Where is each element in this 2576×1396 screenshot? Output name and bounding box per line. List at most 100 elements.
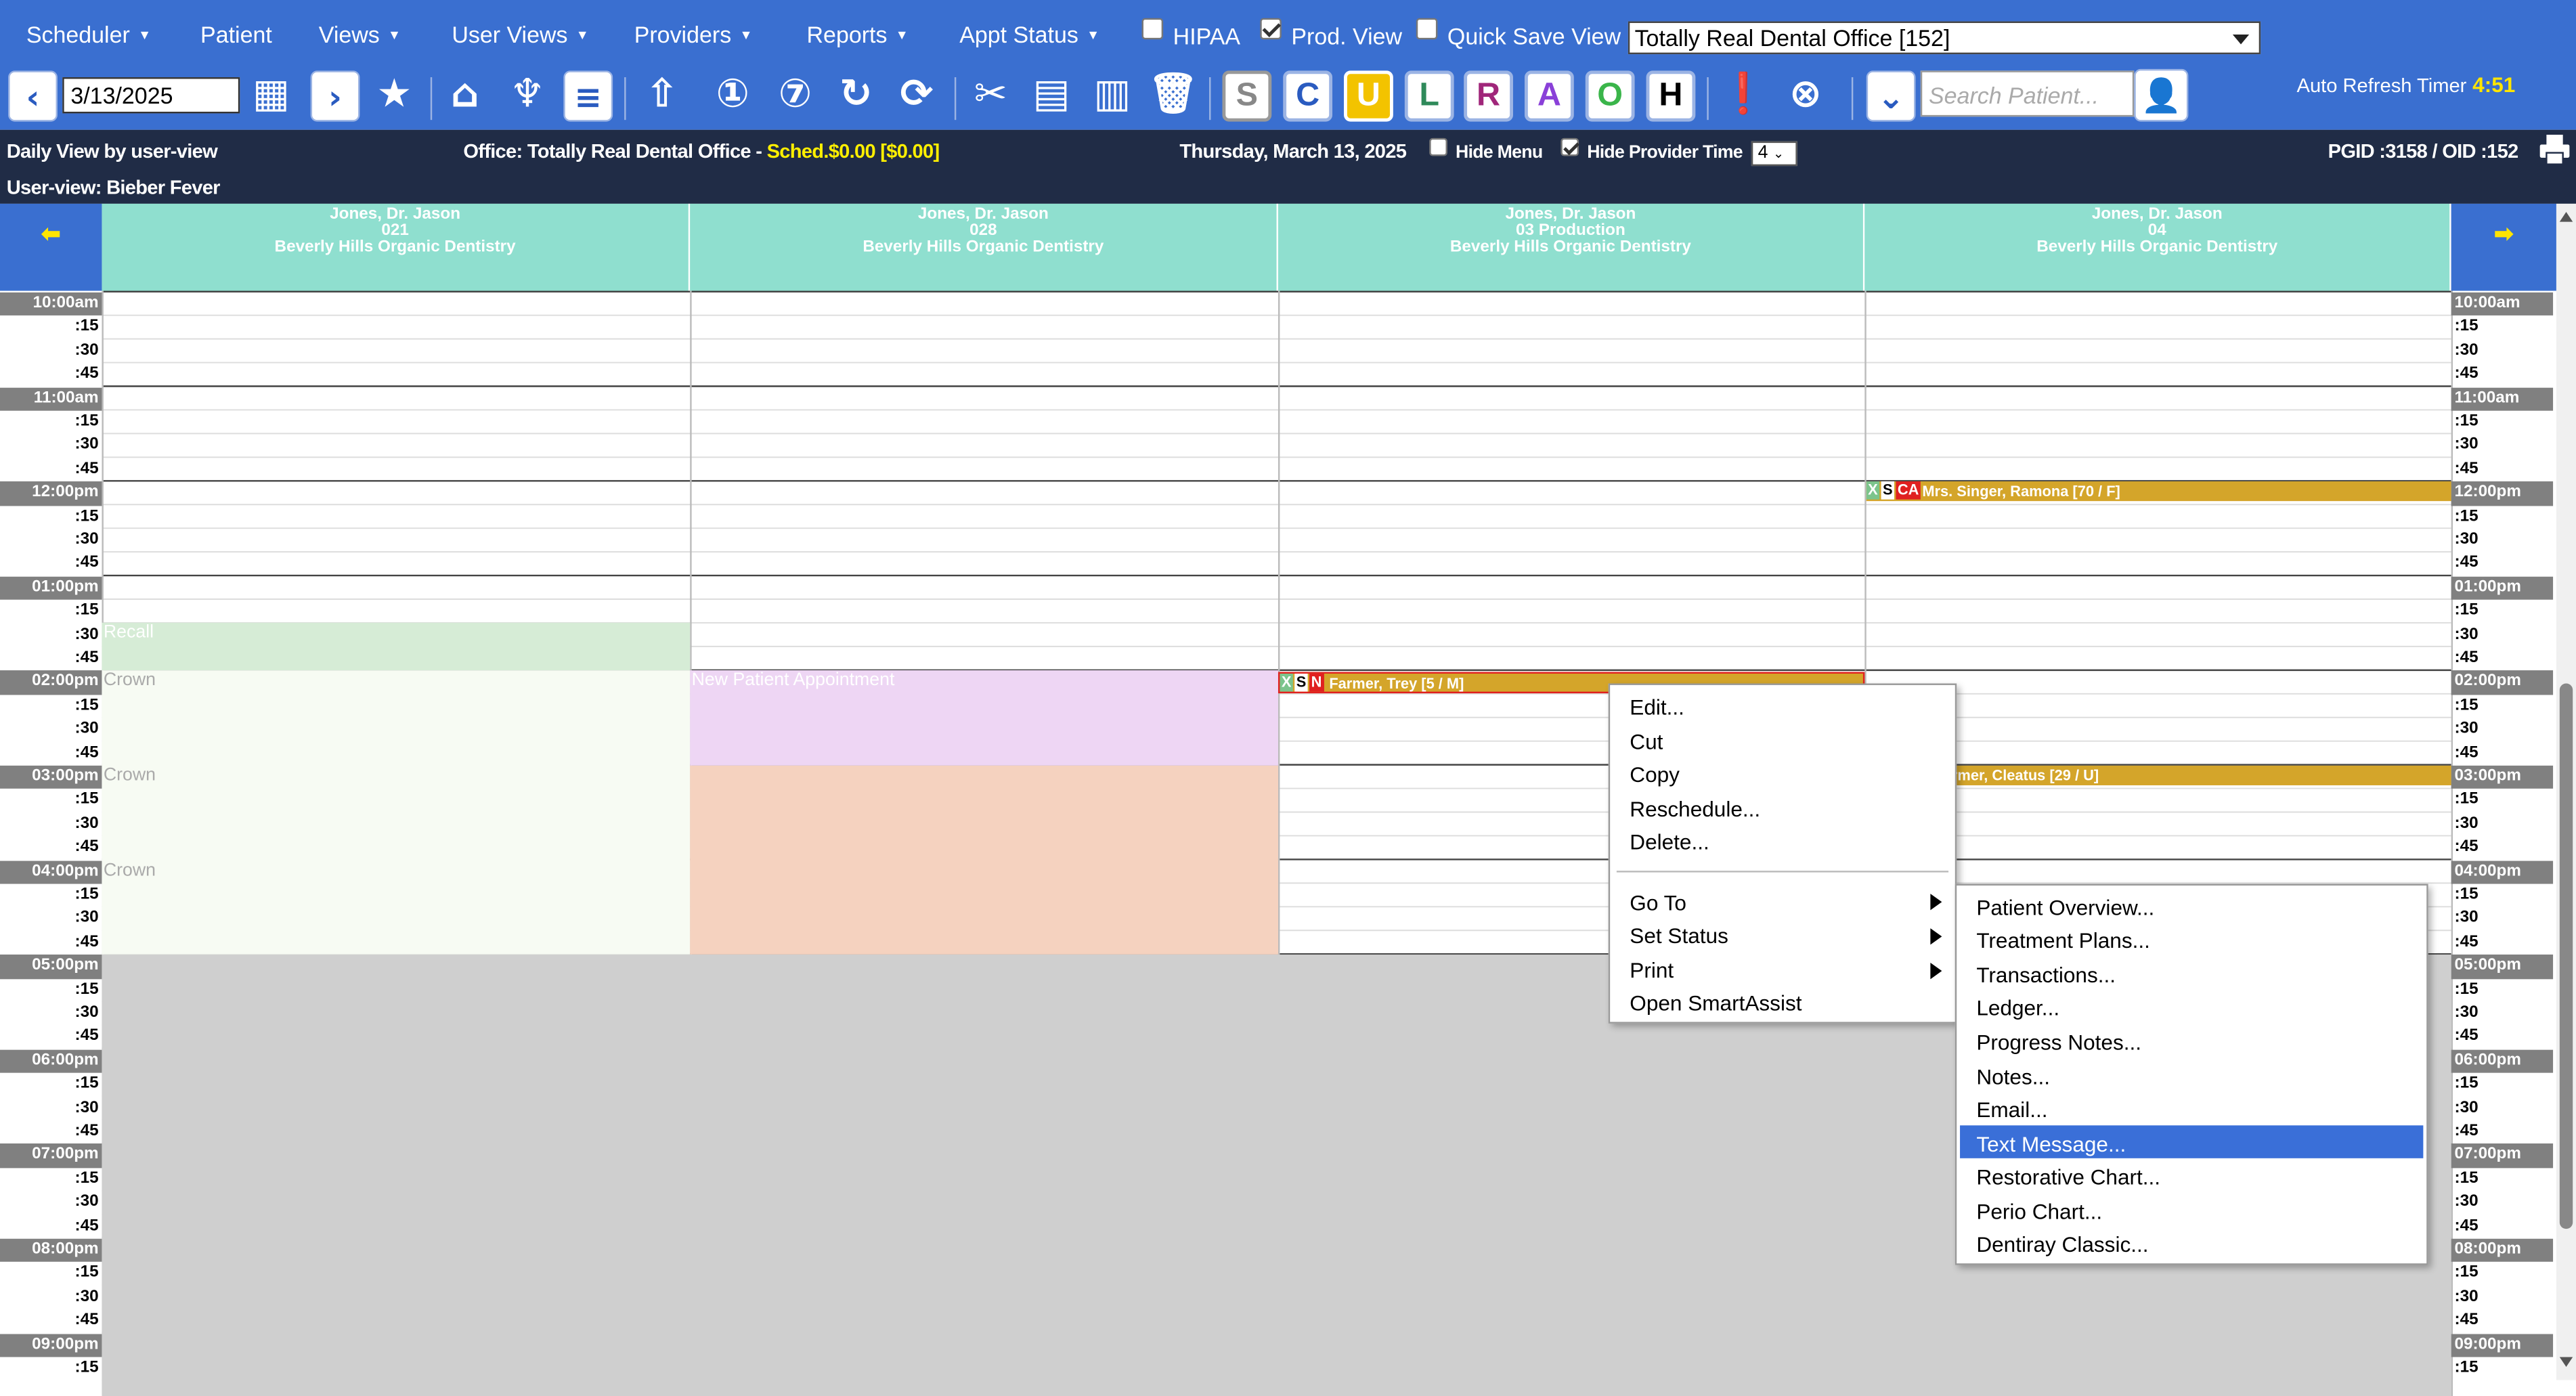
- cancel-calendar-button[interactable]: ⊗: [1781, 67, 1831, 118]
- menu-user-views[interactable]: User Views ▼: [452, 22, 589, 48]
- reserved-block[interactable]: [690, 765, 1278, 955]
- office-select[interactable]: Totally Real Dental Office [152]: [1628, 21, 2261, 55]
- menu-patient[interactable]: Patient: [200, 22, 272, 48]
- alert-calendar-button[interactable]: ❗: [1718, 67, 1768, 118]
- sync-button[interactable]: ⟳: [892, 67, 942, 118]
- scrollbar-thumb[interactable]: [2559, 683, 2573, 1229]
- today-button[interactable]: ⇧: [638, 67, 687, 118]
- calendar-button[interactable]: ▦: [246, 67, 296, 118]
- column-count-select[interactable]: 4 ⌄: [1751, 141, 1797, 167]
- crown-label: Crown: [103, 765, 156, 785]
- delete-button[interactable]: 🗑: [1148, 67, 1198, 118]
- menu-item-copy[interactable]: Copy: [1630, 762, 1680, 787]
- menu-item-set-status[interactable]: Set Status: [1630, 923, 1728, 948]
- column-header-021[interactable]: Jones, Dr. Jason 021 Beverly Hills Organ…: [102, 203, 691, 291]
- expand-button[interactable]: ⌄: [1866, 70, 1916, 122]
- refresh-button[interactable]: ↻: [831, 67, 881, 118]
- prod-view-checkbox[interactable]: [1260, 18, 1282, 40]
- submenu-item-treatment-plans[interactable]: Treatment Plans...: [1976, 928, 2150, 953]
- quick-save-checkbox[interactable]: [1416, 18, 1438, 40]
- copy-button[interactable]: ▤: [1027, 67, 1076, 118]
- submenu-item-ledger[interactable]: Ledger...: [1976, 996, 2059, 1020]
- column-op: 03 Production: [1516, 221, 1625, 240]
- notes-button[interactable]: ≡: [563, 70, 613, 122]
- time-slot-label: :45: [2454, 1122, 2479, 1141]
- time-slot-label: :45: [74, 1027, 99, 1046]
- appointment-singer[interactable]: X S CA Mrs. Singer, Ramona [70 / F]: [1866, 481, 2451, 502]
- submenu-arrow-icon: [1930, 928, 1942, 945]
- time-slot-label: 02:00pm: [2451, 671, 2554, 695]
- menu-providers[interactable]: Providers ▼: [634, 22, 753, 48]
- menu-item-open-smartassist[interactable]: Open SmartAssist: [1630, 990, 1802, 1015]
- scroll-down-icon[interactable]: [2559, 1357, 2573, 1368]
- status-r-button[interactable]: R: [1464, 70, 1513, 122]
- status-s-button[interactable]: S: [1222, 70, 1272, 122]
- info-bar: Daily View by user-view Office: Totally …: [0, 129, 2576, 204]
- next-columns-button[interactable]: ➡: [2451, 203, 2556, 291]
- status-u-button[interactable]: U: [1344, 70, 1393, 122]
- hipaa-checkbox[interactable]: [1141, 18, 1164, 40]
- status-h-button[interactable]: H: [1646, 70, 1696, 122]
- menu-item-print[interactable]: Print: [1630, 958, 1674, 982]
- search-patient-input[interactable]: Search Patient...: [1920, 70, 2135, 117]
- time-slot-label: 11:00am: [0, 387, 102, 411]
- time-slot-label: :45: [74, 365, 99, 383]
- submenu-item-notes[interactable]: Notes...: [1976, 1065, 2050, 1089]
- menu-item-reschedule[interactable]: Reschedule...: [1630, 797, 1760, 821]
- date-input[interactable]: 3/13/2025: [62, 77, 240, 114]
- submenu-item-dentiray-classic[interactable]: Dentiray Classic...: [1976, 1232, 2148, 1257]
- printer-icon[interactable]: [2538, 133, 2571, 167]
- column-op: 021: [381, 221, 409, 240]
- one-day-view-button[interactable]: ①: [708, 67, 758, 118]
- home-button[interactable]: ⌂: [440, 67, 489, 118]
- menu-item-cut[interactable]: Cut: [1630, 729, 1663, 754]
- hide-provider-time-label: Hide Provider Time: [1587, 143, 1743, 163]
- time-slot-label: :15: [2454, 1169, 2479, 1188]
- submenu-item-perio-chart[interactable]: Perio Chart...: [1976, 1199, 2102, 1223]
- auto-refresh-timer: 4:51: [2472, 72, 2516, 97]
- status-l-button[interactable]: L: [1404, 70, 1454, 122]
- prev-day-button[interactable]: ‹: [8, 70, 58, 122]
- scroll-up-icon[interactable]: [2559, 212, 2573, 222]
- chevron-down-icon: [2232, 34, 2250, 45]
- appointment-farmer-cleatus[interactable]: rmer, Cleatus [29 / U]: [1951, 765, 2451, 785]
- menu-appt-status[interactable]: Appt Status ▼: [959, 22, 1099, 48]
- status-c-button[interactable]: C: [1283, 70, 1333, 122]
- scissors-icon: ✂: [974, 70, 1007, 116]
- hide-provider-time-checkbox[interactable]: [1560, 137, 1579, 156]
- column-header-03-production[interactable]: Jones, Dr. Jason 03 Production Beverly H…: [1278, 203, 1865, 291]
- submenu-item-restorative-chart[interactable]: Restorative Chart...: [1976, 1165, 2160, 1190]
- time-slot-label: :15: [74, 1358, 99, 1377]
- column-header-028[interactable]: Jones, Dr. Jason 028 Beverly Hills Organ…: [690, 203, 1278, 291]
- menu-item-go-to[interactable]: Go To: [1630, 890, 1686, 915]
- time-slot-label: :30: [2454, 1003, 2479, 1022]
- patient-profile-button[interactable]: 👤: [2134, 68, 2189, 122]
- crown-block[interactable]: [102, 670, 691, 955]
- menu-item-delete[interactable]: Delete...: [1630, 829, 1709, 854]
- vertical-scrollbar[interactable]: [2556, 203, 2576, 1380]
- tooth-button[interactable]: ♆: [503, 67, 552, 118]
- column-practice: Beverly Hills Organic Dentistry: [1449, 238, 1691, 257]
- recall-block[interactable]: [102, 622, 691, 671]
- favorite-date-button[interactable]: ★: [370, 67, 419, 118]
- paste-button[interactable]: ▥: [1087, 67, 1137, 118]
- menu-providers-label: Providers: [634, 21, 732, 48]
- column-header-04[interactable]: Jones, Dr. Jason 04 Beverly Hills Organi…: [1864, 203, 2451, 291]
- menu-item-edit[interactable]: Edit...: [1630, 695, 1684, 719]
- submenu-item-transactions[interactable]: Transactions...: [1976, 963, 2116, 987]
- divider: [1851, 77, 1854, 121]
- submenu-item-progress-notes[interactable]: Progress Notes...: [1976, 1030, 2141, 1055]
- hide-menu-checkbox[interactable]: [1429, 137, 1447, 156]
- menu-views[interactable]: Views ▼: [319, 22, 401, 48]
- menu-scheduler[interactable]: Scheduler ▼: [26, 22, 151, 48]
- submenu-item-patient-overview[interactable]: Patient Overview...: [1976, 896, 2154, 920]
- menu-reports[interactable]: Reports ▼: [807, 22, 909, 48]
- prev-columns-button[interactable]: ⬅: [0, 203, 102, 291]
- status-o-button[interactable]: O: [1585, 70, 1635, 122]
- submenu-item-text-message[interactable]: Text Message...: [1976, 1132, 2126, 1156]
- status-a-button[interactable]: A: [1524, 70, 1574, 122]
- submenu-item-email[interactable]: Email...: [1976, 1097, 2047, 1122]
- cut-button[interactable]: ✂: [966, 67, 1016, 118]
- week-view-button[interactable]: ⑦: [770, 67, 820, 118]
- next-day-button[interactable]: ›: [310, 70, 360, 122]
